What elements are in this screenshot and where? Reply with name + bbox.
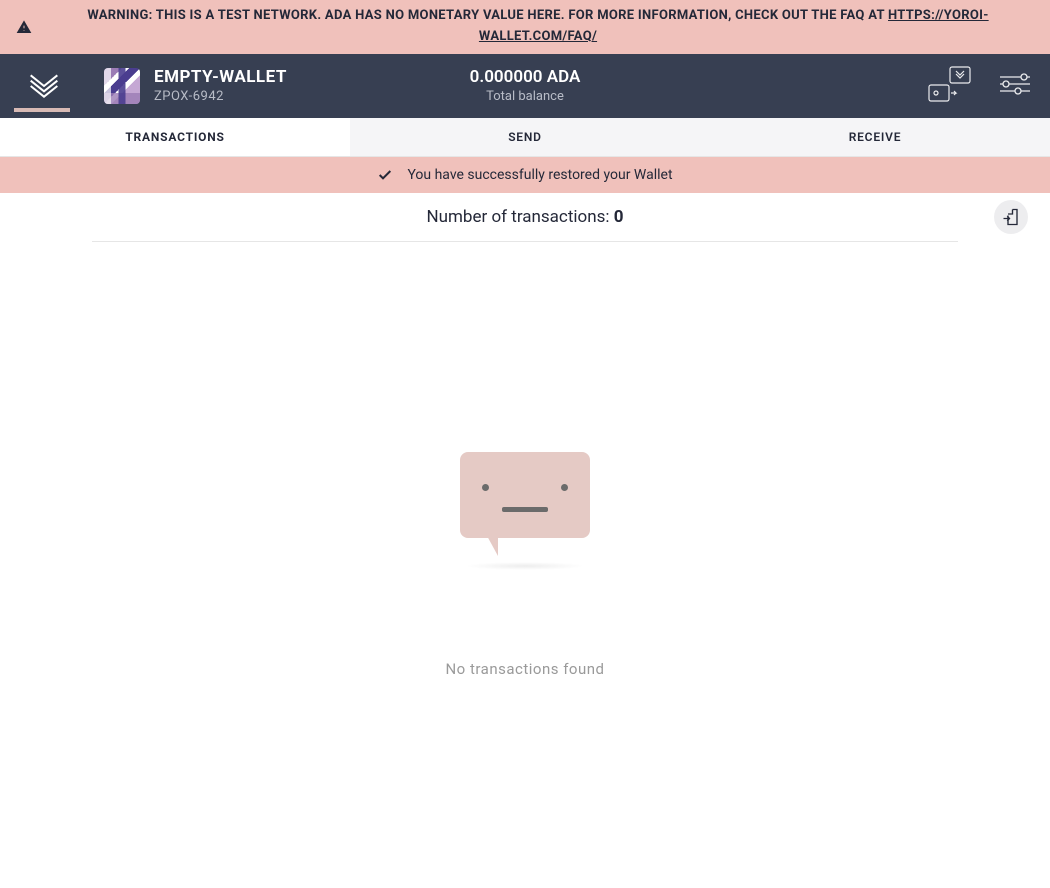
yoroi-logo-icon — [28, 70, 60, 102]
settings-button[interactable] — [1000, 73, 1030, 99]
balance-display: 0.000000 ADA Total balance — [470, 67, 581, 104]
notification-text: You have successfully restored your Wall… — [407, 167, 672, 183]
app-header: EMPTY-WALLET ZPOX-6942 0.000000 ADA Tota… — [0, 54, 1050, 118]
wallets-stack-icon — [926, 65, 972, 103]
balance-label: Total balance — [470, 89, 581, 104]
restore-success-notification: You have successfully restored your Wall… — [0, 157, 1050, 193]
tab-transactions[interactable]: TRANSACTIONS — [0, 118, 350, 156]
checkmark-icon — [377, 167, 393, 183]
empty-transactions-state: No transactions found — [0, 452, 1050, 678]
wallet-id: ZPOX-6942 — [154, 89, 287, 104]
empty-state-illustration — [455, 452, 595, 582]
export-file-icon — [1002, 208, 1020, 226]
empty-state-text: No transactions found — [445, 660, 604, 678]
warning-triangle-icon — [16, 19, 32, 35]
settings-sliders-icon — [1000, 73, 1030, 95]
wallet-tabs: TRANSACTIONS SEND RECEIVE — [0, 118, 1050, 157]
export-transactions-button[interactable] — [994, 200, 1028, 234]
balance-amount: 0.000000 ADA — [470, 67, 581, 87]
test-network-warning-banner: WARNING: THIS IS A TEST NETWORK. ADA HAS… — [0, 0, 1050, 54]
transaction-summary-row: Number of transactions: 0 — [92, 193, 958, 242]
transaction-count-label: Number of transactions: — [427, 207, 614, 227]
warning-text-content: WARNING: THIS IS A TEST NETWORK. ADA HAS… — [87, 8, 888, 23]
warning-text: WARNING: THIS IS A TEST NETWORK. ADA HAS… — [42, 6, 1034, 48]
wallet-identicon — [104, 68, 140, 104]
tab-send[interactable]: SEND — [350, 118, 700, 156]
header-actions — [926, 65, 1030, 107]
tab-receive[interactable]: RECEIVE — [700, 118, 1050, 156]
wallet-name: EMPTY-WALLET — [154, 67, 287, 87]
yoroi-logo[interactable] — [20, 70, 68, 102]
wallets-switch-button[interactable] — [926, 65, 972, 107]
transaction-count-value: 0 — [614, 207, 624, 227]
wallet-info[interactable]: EMPTY-WALLET ZPOX-6942 — [104, 67, 287, 104]
